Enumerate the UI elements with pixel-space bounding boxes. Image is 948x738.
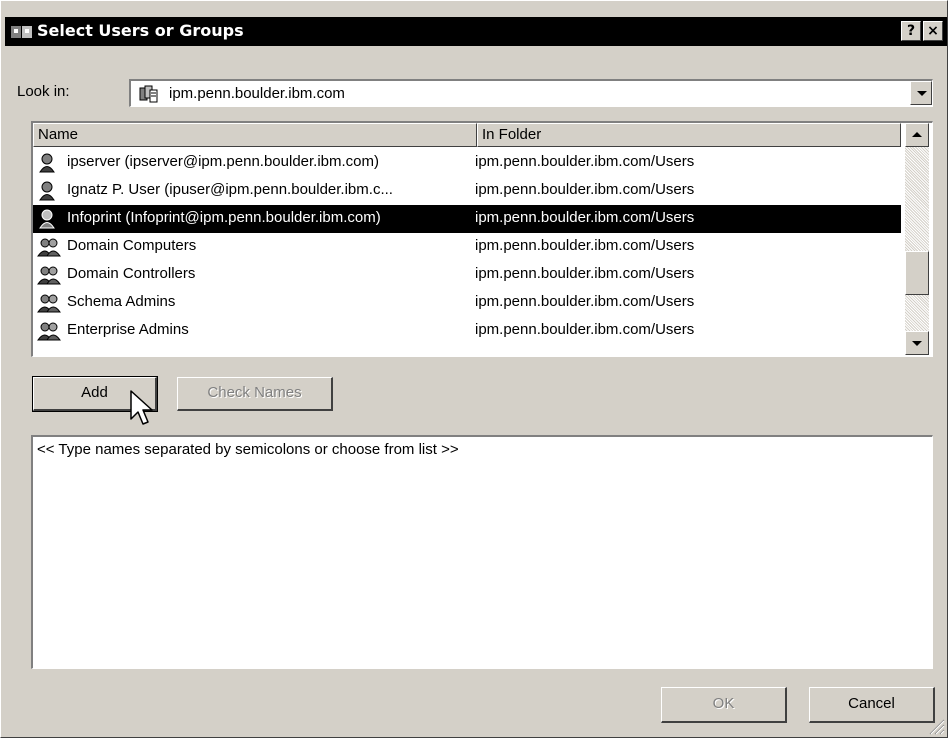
- row-name: Enterprise Admins: [67, 321, 189, 338]
- ok-button-label: OK: [712, 695, 735, 712]
- user-icon: [39, 181, 55, 201]
- look-in-value: ipm.penn.boulder.ibm.com: [169, 85, 345, 102]
- row-folder: ipm.penn.boulder.ibm.com/Users: [475, 181, 695, 198]
- row-name: Domain Controllers: [67, 265, 196, 282]
- domain-icon: [139, 85, 158, 103]
- user-icon: [39, 209, 55, 229]
- list-row[interactable]: Schema Admins ipm.penn.boulder.ibm.com/U…: [33, 289, 901, 317]
- row-folder: ipm.penn.boulder.ibm.com/Users: [475, 293, 695, 310]
- ok-button[interactable]: OK: [661, 687, 787, 723]
- row-folder: ipm.penn.boulder.ibm.com/Users: [475, 209, 695, 226]
- help-button[interactable]: ?: [901, 21, 921, 41]
- list-row[interactable]: ipserver (ipserver@ipm.penn.boulder.ibm.…: [33, 149, 901, 177]
- help-icon: ?: [906, 23, 916, 39]
- window-title: Select Users or Groups: [37, 21, 244, 40]
- chevron-down-icon: [917, 91, 927, 96]
- row-name: ipserver (ipserver@ipm.penn.boulder.ibm.…: [67, 153, 380, 170]
- scroll-up-button[interactable]: [905, 123, 929, 147]
- scroll-thumb[interactable]: [905, 251, 929, 295]
- group-icon: [37, 238, 61, 257]
- check-names-label: Check Names: [207, 384, 302, 401]
- users-groups-icon: [11, 26, 32, 38]
- column-header-name[interactable]: Name: [33, 123, 477, 147]
- row-name: Domain Computers: [67, 237, 197, 254]
- chevron-up-icon: [912, 132, 922, 137]
- user-icon: [39, 153, 55, 173]
- list-row[interactable]: Domain Computers ipm.penn.boulder.ibm.co…: [33, 233, 901, 261]
- look-in-dropdown[interactable]: ipm.penn.boulder.ibm.com: [129, 79, 933, 107]
- names-input-placeholder: << Type names separated by semicolons or…: [37, 441, 459, 458]
- list-row[interactable]: Enterprise Admins ipm.penn.boulder.ibm.c…: [33, 317, 901, 345]
- scroll-track[interactable]: [905, 147, 929, 331]
- add-button-label: Add: [81, 384, 108, 401]
- group-icon: [37, 322, 61, 341]
- chevron-down-icon: [912, 341, 922, 346]
- list-row[interactable]: Ignatz P. User (ipuser@ipm.penn.boulder.…: [33, 177, 901, 205]
- row-folder: ipm.penn.boulder.ibm.com/Users: [475, 321, 695, 338]
- title-bar[interactable]: Select Users or Groups ? ×: [5, 17, 947, 46]
- look-in-dropdown-button[interactable]: [910, 81, 932, 105]
- mouse-pointer-icon: [130, 390, 153, 425]
- group-icon: [37, 266, 61, 285]
- cancel-button-label: Cancel: [848, 695, 895, 712]
- list-row[interactable]: Domain Controllers ipm.penn.boulder.ibm.…: [33, 261, 901, 289]
- users-list[interactable]: Name In Folder ipserver (ipserver@ipm.pe…: [31, 121, 933, 357]
- list-scrollbar[interactable]: [901, 123, 931, 355]
- check-names-button[interactable]: Check Names: [177, 377, 333, 411]
- row-name: Schema Admins: [67, 293, 176, 310]
- names-input[interactable]: << Type names separated by semicolons or…: [31, 435, 933, 669]
- close-icon: ×: [927, 23, 939, 39]
- row-folder: ipm.penn.boulder.ibm.com/Users: [475, 265, 695, 282]
- scroll-down-button[interactable]: [905, 331, 929, 355]
- look-in-label: Look in:: [17, 83, 70, 100]
- select-users-dialog: Select Users or Groups ? × Look in: ipm.…: [0, 0, 948, 738]
- row-folder: ipm.penn.boulder.ibm.com/Users: [475, 153, 695, 170]
- row-name: Ignatz P. User (ipuser@ipm.penn.boulder.…: [67, 181, 393, 198]
- group-icon: [37, 294, 61, 313]
- cancel-button[interactable]: Cancel: [809, 687, 935, 723]
- column-header-in-folder[interactable]: In Folder: [477, 123, 901, 147]
- close-button[interactable]: ×: [923, 21, 943, 41]
- list-row-selected[interactable]: Infoprint (Infoprint@ipm.penn.boulder.ib…: [33, 205, 901, 233]
- resize-grip-icon[interactable]: [927, 717, 945, 735]
- row-folder: ipm.penn.boulder.ibm.com/Users: [475, 237, 695, 254]
- row-name: Infoprint (Infoprint@ipm.penn.boulder.ib…: [67, 209, 381, 226]
